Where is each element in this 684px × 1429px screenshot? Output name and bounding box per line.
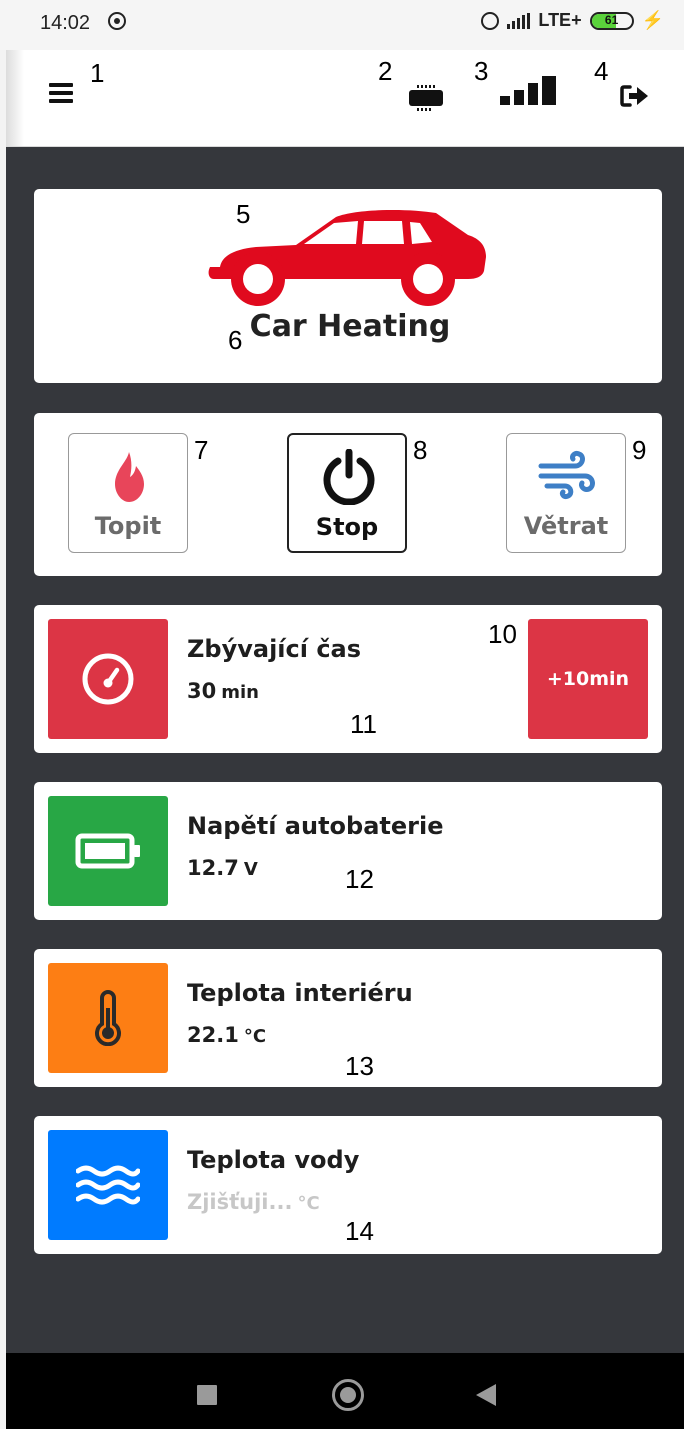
remaining-time-icon-box: [48, 619, 168, 739]
hero-card: 5 6 Car Heating: [34, 189, 662, 383]
interior-temp-unit: °C: [243, 1026, 267, 1047]
heat-label: Topit: [94, 512, 162, 540]
power-icon: [323, 449, 375, 505]
thermometer-icon-box: [48, 963, 168, 1073]
battery-icon-box: [48, 796, 168, 906]
remaining-time-value: 30 min: [187, 679, 259, 703]
flame-icon: [115, 452, 144, 502]
app-title: Car Heating: [249, 309, 451, 344]
controls-card: Topit 7 Stop 8 Větrat 9: [34, 413, 662, 576]
annotation-13: 13: [345, 1051, 374, 1081]
annotation-12: 12: [345, 864, 374, 894]
water-temp-card: Teplota vody Zjišťuji... °C 14: [34, 1116, 662, 1254]
battery-status-icon: 61: [589, 11, 634, 30]
annotation-9: 9: [632, 435, 647, 465]
battery-voltage-unit: V: [243, 859, 258, 880]
annotation-4: 4: [594, 56, 609, 86]
charging-icon: ⚡: [641, 10, 664, 30]
interior-temp-number: 22.1: [187, 1023, 239, 1047]
status-time: 14:02: [40, 12, 91, 34]
water-temp-title: Teplota vody: [187, 1146, 360, 1174]
annotation-14: 14: [345, 1216, 374, 1246]
add-10-min-button[interactable]: +10min: [528, 619, 648, 739]
battery-voltage-title: Napětí autobaterie: [187, 812, 444, 840]
ventilate-button[interactable]: Větrat: [506, 433, 626, 553]
heat-button[interactable]: Topit: [68, 433, 188, 553]
water-temp-number: Zjišťuji...: [187, 1190, 293, 1214]
annotation-7: 7: [194, 435, 209, 465]
annotation-2: 2: [378, 56, 393, 86]
remaining-time-number: 30: [187, 679, 217, 703]
back-icon[interactable]: [476, 1384, 496, 1406]
ventilate-label: Větrat: [523, 512, 609, 540]
annotation-1: 1: [90, 58, 105, 88]
water-temp-value: Zjišťuji... °C: [187, 1190, 320, 1214]
alarm-icon: [481, 11, 500, 30]
annotation-11: 11: [350, 709, 377, 739]
cell-signal-icon: [507, 12, 531, 29]
menu-icon[interactable]: [49, 83, 73, 103]
annotation-8: 8: [413, 435, 428, 465]
signal-strength-icon[interactable]: [500, 74, 562, 106]
battery-icon: [75, 833, 140, 869]
status-bar: 14:02 LTE+ 61 ⚡: [0, 0, 684, 50]
water-icon: [76, 1165, 140, 1205]
app-bar: 1 2 3 4: [6, 50, 684, 147]
chip-icon[interactable]: [406, 84, 446, 112]
phone-screen: 14:02 LTE+ 61 ⚡ 1 2 3 4 5 6 Car Heating …: [0, 0, 684, 1429]
battery-voltage-card: Napětí autobaterie 12.7 V 12: [34, 782, 662, 920]
status-right: LTE+ 61 ⚡: [481, 10, 664, 31]
battery-percent: 61: [604, 12, 619, 27]
water-icon-box: [48, 1130, 168, 1240]
battery-voltage-value: 12.7 V: [187, 856, 258, 880]
remaining-time-unit: min: [221, 682, 259, 703]
thermometer-icon: [95, 990, 121, 1046]
remaining-time-title: Zbývající čas: [187, 635, 362, 663]
recents-icon[interactable]: [197, 1385, 217, 1405]
interior-temp-value: 22.1 °C: [187, 1023, 266, 1047]
system-nav-bar: [6, 1353, 684, 1429]
logout-icon[interactable]: [620, 84, 650, 108]
wind-icon: [538, 451, 595, 499]
sync-icon: [108, 12, 126, 30]
battery-voltage-number: 12.7: [187, 856, 239, 880]
home-icon[interactable]: [332, 1379, 364, 1411]
annotation-10: 10: [488, 619, 517, 649]
stop-label: Stop: [315, 513, 379, 541]
gauge-icon: [82, 653, 134, 705]
water-temp-unit: °C: [297, 1193, 320, 1214]
stop-button[interactable]: Stop: [287, 433, 407, 553]
annotation-3: 3: [474, 56, 489, 86]
car-icon: [208, 209, 486, 306]
interior-temp-card: Teplota interiéru 22.1 °C 13: [34, 949, 662, 1087]
interior-temp-title: Teplota interiéru: [187, 979, 413, 1007]
main-content: 5 6 Car Heating Topit 7 Stop 8 Větrat 9 …: [6, 147, 684, 1353]
remaining-time-card: Zbývající čas 30 min 10 11 +10min: [34, 605, 662, 753]
network-type: LTE+: [538, 10, 582, 30]
